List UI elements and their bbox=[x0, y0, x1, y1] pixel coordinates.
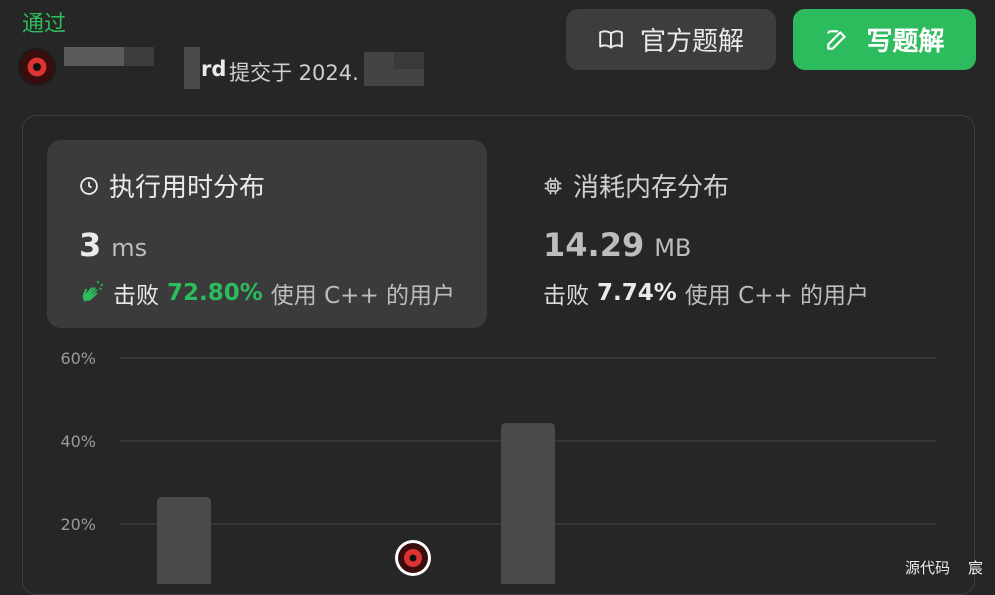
y-tick-label: 60% bbox=[60, 349, 96, 368]
footer-extra-text: 宸 bbox=[968, 559, 984, 577]
source-code-label[interactable]: 源代码 bbox=[905, 557, 950, 578]
y-tick-label: 20% bbox=[60, 515, 96, 534]
current-submission-marker[interactable] bbox=[395, 540, 431, 576]
chart-bar[interactable] bbox=[157, 497, 211, 584]
runtime-distribution-chart[interactable]: 60% 40% 20% bbox=[0, 0, 995, 584]
y-tick-label: 40% bbox=[60, 432, 96, 451]
chart-bar[interactable] bbox=[501, 423, 555, 584]
